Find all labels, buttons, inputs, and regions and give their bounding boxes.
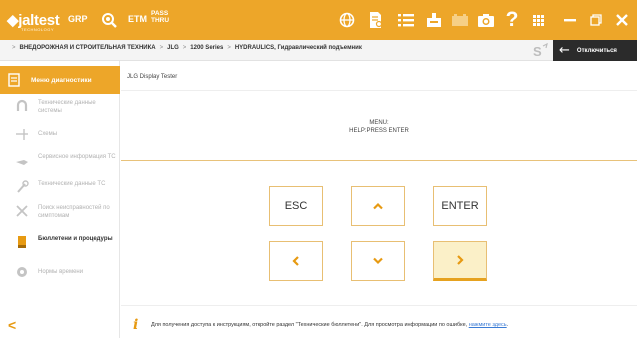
error-info-link[interactable]: нажмите здесь — [469, 322, 507, 328]
sidebar-item-label: Схемы — [38, 131, 58, 137]
panel-title: JLG Display Tester — [127, 74, 178, 80]
etm-button[interactable]: ETM — [128, 14, 147, 24]
jaltest-logo: ◆jaltest TECHNOLOGY — [7, 12, 60, 32]
divider — [121, 305, 637, 306]
list-icon[interactable] — [394, 0, 418, 40]
svg-text:S: S — [533, 44, 542, 59]
sidebar-item-label: Технические данные ТС — [38, 181, 106, 187]
globe-icon[interactable] — [335, 0, 359, 40]
display-line-1: MENU: — [369, 120, 389, 126]
gear-clock-icon — [17, 267, 27, 277]
right-key-button[interactable] — [433, 241, 487, 281]
chevron-right-icon: > — [227, 45, 231, 51]
sidebar-item-system-data[interactable]: Технические данные системы — [0, 99, 120, 115]
chevron-left-icon — [292, 256, 299, 266]
display-divider — [121, 160, 637, 161]
display-tester-panel: JLG Display Tester MENU: HELP:PRESS ENTE… — [121, 61, 637, 338]
divider — [121, 90, 637, 91]
sidebar-item-bulletins[interactable]: Бюллетени и процедуры — [0, 235, 120, 249]
info-text: Для получения доступа к инструкциям, отк… — [151, 322, 469, 328]
diagnostic-menu-icon — [8, 73, 20, 87]
bulletin-book-icon — [18, 236, 26, 248]
esc-key-button[interactable]: ESC — [269, 186, 323, 226]
pass-thru-button[interactable]: PASS THRU — [151, 10, 169, 24]
chevron-down-icon — [373, 257, 383, 265]
diagnostic-session-icon[interactable]: S — [532, 42, 548, 59]
disconnect-button[interactable]: ← Отключиться — [553, 40, 637, 61]
branch-icon — [16, 129, 28, 140]
sidebar-item-troubleshooting[interactable]: Поиск неисправностей по симптомам — [0, 204, 120, 220]
search-vehicle-icon[interactable] — [96, 0, 122, 40]
breadcrumb-item[interactable]: ВНЕДОРОЖНАЯ И СТРОИТЕЛЬНАЯ ТЕХНИКА — [20, 45, 156, 51]
sidebar-item-label: Поиск неисправностей по симптомам — [38, 205, 110, 219]
horseshoe-magnet-icon — [16, 99, 28, 111]
disconnect-label: Отключиться — [576, 47, 617, 54]
grp-button[interactable]: GRP — [68, 14, 88, 24]
sidebar-item-label: Бюллетени и процедуры — [38, 236, 113, 242]
sidebar: Меню диагностики Технические данные сист… — [0, 61, 120, 338]
chevron-right-icon: > — [182, 45, 187, 51]
sidebar-header-diagnostic-menu[interactable]: Меню диагностики — [0, 66, 120, 94]
sidebar-item-label: Сервисное информация ТС — [38, 154, 116, 160]
chevron-right-icon: > — [12, 45, 16, 51]
sidebar-item-diagrams[interactable]: Схемы — [0, 127, 120, 141]
camera-icon[interactable] — [474, 0, 498, 40]
breadcrumb-item[interactable]: 1200 Series — [190, 45, 223, 51]
chevron-right-icon: > — [159, 45, 164, 51]
breadcrumb: > ВНЕДОРОЖНАЯ И СТРОИТЕЛЬНАЯ ТЕХНИКА > J… — [8, 45, 362, 51]
enter-key-button[interactable]: ENTER — [433, 186, 487, 226]
back-arrow-icon[interactable]: < — [8, 317, 16, 333]
vehicle-interface-icon[interactable] — [422, 0, 446, 40]
breadcrumb-item[interactable]: HYDRAULICS, Гидравлический подъемник — [235, 45, 362, 51]
display-line-2: HELP:PRESS ENTER — [349, 128, 409, 134]
sidebar-item-service-info[interactable]: Сервисное информация ТС — [0, 153, 120, 167]
sidebar-item-label: Нормы времени — [38, 269, 84, 275]
apps-grid-icon[interactable] — [528, 0, 548, 40]
document-search-icon[interactable] — [364, 0, 388, 40]
close-button[interactable] — [607, 0, 637, 40]
sidebar-item-label: Технические данные системы — [38, 100, 96, 114]
info-message: Для получения доступа к инструкциям, отк… — [151, 322, 508, 328]
arrow-left-icon: ← — [559, 43, 570, 58]
info-suffix: . — [506, 322, 509, 328]
up-key-button[interactable] — [351, 186, 405, 226]
down-key-button[interactable] — [351, 241, 405, 281]
top-toolbar: ◆jaltest TECHNOLOGY GRP ETM PASS THRU ? — [0, 0, 637, 40]
sidebar-header-label: Меню диагностики — [31, 76, 92, 84]
tools-icon — [16, 205, 28, 217]
chevron-up-icon — [373, 202, 383, 210]
battery-icon[interactable] — [449, 0, 471, 40]
oil-can-icon — [16, 160, 28, 165]
left-key-button[interactable] — [269, 241, 323, 281]
wrench-icon — [17, 180, 29, 193]
app-window: ◆jaltest TECHNOLOGY GRP ETM PASS THRU ? … — [0, 0, 637, 338]
help-icon[interactable]: ? — [500, 0, 524, 40]
sidebar-item-vehicle-data[interactable]: Технические данные ТС — [0, 180, 120, 194]
chevron-right-icon — [457, 255, 464, 265]
info-icon: i — [133, 317, 139, 333]
breadcrumb-item[interactable]: JLG — [167, 45, 179, 51]
sidebar-item-time-norms[interactable]: Нормы времени — [0, 265, 120, 279]
